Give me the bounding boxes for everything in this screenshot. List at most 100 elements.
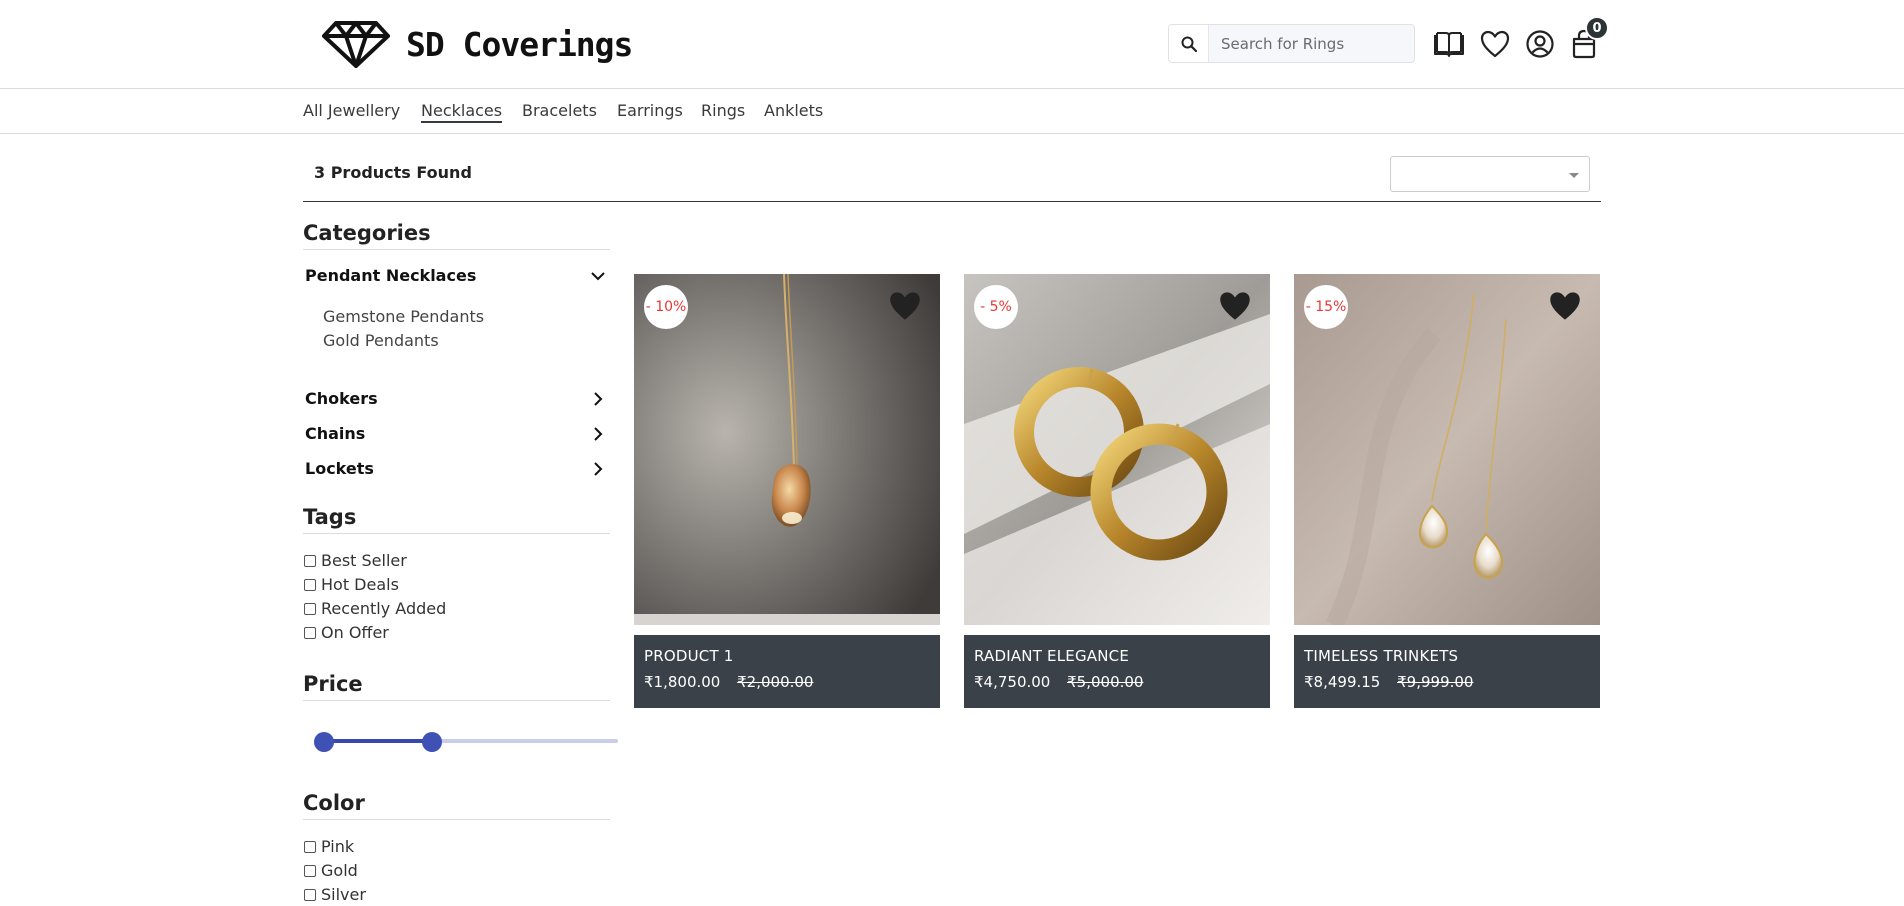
tag-recently-added[interactable]: Recently Added [304, 599, 446, 618]
color-label: Silver [321, 885, 366, 904]
category-pendant-necklaces[interactable]: Pendant Necklaces [305, 266, 605, 285]
checkbox[interactable] [304, 840, 316, 853]
cart-count-badge: 0 [1585, 16, 1609, 40]
tags-heading: Tags [303, 505, 357, 529]
diamond-icon [322, 21, 390, 68]
discount-badge: - 5% [974, 285, 1018, 329]
tag-label: Hot Deals [321, 575, 399, 594]
price-heading: Price [303, 672, 363, 696]
results-divider [303, 201, 1601, 202]
price-slider-min-handle[interactable] [314, 732, 334, 752]
chevron-right-icon[interactable] [591, 391, 605, 406]
product-info[interactable]: RADIANT ELEGANCE ₹4,750.00 ₹5,000.00 [964, 635, 1270, 708]
product-prices: ₹4,750.00 ₹5,000.00 [974, 673, 1260, 691]
checkbox[interactable] [304, 626, 316, 639]
color-gold[interactable]: Gold [304, 861, 358, 880]
subcategory-gemstone-pendants[interactable]: Gemstone Pendants [323, 307, 484, 326]
account-button[interactable] [1524, 28, 1556, 60]
subcategory-gold-pendants[interactable]: Gold Pendants [323, 331, 439, 350]
search-input[interactable] [1209, 34, 1409, 53]
checkbox[interactable] [304, 864, 316, 877]
tag-on-offer[interactable]: On Offer [304, 623, 389, 642]
chevron-down-icon[interactable] [591, 269, 605, 283]
product-price: ₹1,800.00 [644, 673, 721, 691]
heart-icon [1550, 292, 1580, 320]
add-to-wishlist-button[interactable] [1218, 290, 1252, 322]
product-price: ₹4,750.00 [974, 673, 1051, 691]
add-to-wishlist-button[interactable] [1548, 290, 1582, 322]
results-count: 3 Products Found [314, 163, 472, 182]
product-prices: ₹8,499.15 ₹9,999.00 [1304, 673, 1590, 691]
chevron-right-icon[interactable] [591, 461, 605, 476]
tags-rule [303, 533, 610, 534]
categories-rule [303, 249, 610, 250]
heart-icon [1220, 292, 1250, 320]
product-image[interactable] [964, 274, 1270, 625]
nav-item-bracelets[interactable]: Bracelets [522, 101, 597, 120]
tag-label: Best Seller [321, 551, 407, 570]
category-label: Chokers [305, 389, 378, 408]
category-label: Chains [305, 424, 366, 443]
price-slider[interactable] [314, 739, 618, 743]
category-label: Pendant Necklaces [305, 266, 477, 285]
checkbox[interactable] [304, 578, 316, 591]
sort-dropdown[interactable] [1390, 156, 1590, 192]
add-to-wishlist-button[interactable] [888, 290, 922, 322]
chevron-right-icon[interactable] [591, 426, 605, 441]
color-label: Pink [321, 837, 355, 856]
product-price: ₹8,499.15 [1304, 673, 1381, 691]
category-lockets[interactable]: Lockets [305, 459, 605, 478]
discount-badge: - 10% [644, 285, 688, 329]
color-heading: Color [303, 791, 365, 815]
category-chokers[interactable]: Chokers [305, 389, 605, 408]
checkbox[interactable] [304, 888, 316, 901]
search-button[interactable] [1169, 25, 1209, 62]
checkbox[interactable] [304, 554, 316, 567]
product-original-price: ₹9,999.00 [1397, 673, 1474, 691]
product-image[interactable] [634, 274, 940, 625]
product-prices: ₹1,800.00 ₹2,000.00 [644, 673, 930, 691]
color-silver[interactable]: Silver [304, 885, 366, 904]
product-image[interactable] [1294, 274, 1600, 625]
product-original-price: ₹5,000.00 [1067, 673, 1144, 691]
product-name[interactable]: RADIANT ELEGANCE [974, 647, 1260, 665]
tag-label: Recently Added [321, 599, 447, 618]
nav-item-necklaces[interactable]: Necklaces [421, 101, 503, 123]
nav-item-earrings[interactable]: Earrings [617, 101, 683, 120]
nav-item-rings[interactable]: Rings [701, 101, 745, 120]
product-info[interactable]: TIMELESS TRINKETS ₹8,499.15 ₹9,999.00 [1294, 635, 1600, 708]
catalog-button[interactable] [1433, 28, 1465, 60]
product-name[interactable]: PRODUCT 1 [644, 647, 930, 665]
color-rule [303, 819, 610, 820]
nav-item-anklets[interactable]: Anklets [764, 101, 823, 120]
color-label: Gold [321, 861, 358, 880]
book-icon [1434, 32, 1464, 57]
tag-hot-deals[interactable]: Hot Deals [304, 575, 399, 594]
price-rule [303, 700, 610, 701]
price-slider-fill [324, 739, 432, 743]
category-label: Lockets [305, 459, 374, 478]
product-name[interactable]: TIMELESS TRINKETS [1304, 647, 1590, 665]
caret-down-icon [1569, 173, 1579, 178]
color-pink[interactable]: Pink [304, 837, 354, 856]
user-icon [1526, 30, 1554, 58]
tag-best-seller[interactable]: Best Seller [304, 551, 407, 570]
search-box [1168, 24, 1415, 63]
price-slider-max-handle[interactable] [421, 732, 442, 752]
category-chains[interactable]: Chains [305, 424, 605, 443]
brand-name: SD Coverings [406, 24, 633, 64]
category-nav: All Jewellery Necklaces Bracelets Earrin… [0, 89, 1904, 134]
search-icon [1181, 36, 1197, 52]
categories-heading: Categories [303, 221, 431, 245]
product-original-price: ₹2,000.00 [737, 673, 814, 691]
wishlist-button[interactable] [1479, 28, 1511, 60]
brand-logo[interactable]: SD Coverings [322, 20, 633, 68]
tag-label: On Offer [321, 623, 389, 642]
product-info[interactable]: PRODUCT 1 ₹1,800.00 ₹2,000.00 [634, 635, 940, 708]
heart-icon [890, 292, 920, 320]
site-header: SD Coverings Search for Rings 0 [0, 0, 1904, 89]
checkbox[interactable] [304, 602, 316, 615]
heart-icon [1480, 30, 1510, 58]
discount-badge: - 15% [1304, 285, 1348, 329]
nav-item-all-jewellery[interactable]: All Jewellery [303, 101, 400, 120]
